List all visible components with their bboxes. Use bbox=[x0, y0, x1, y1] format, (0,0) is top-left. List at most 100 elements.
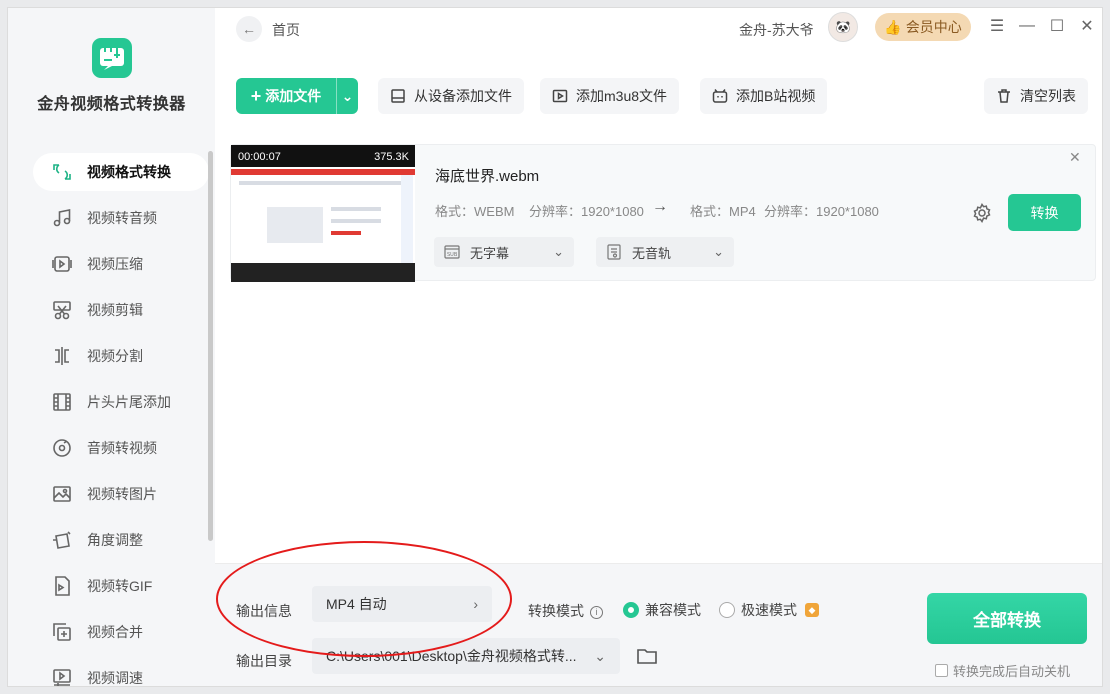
avatar[interactable]: 🐼 bbox=[828, 12, 858, 42]
add-file-main[interactable]: + 添加文件 bbox=[236, 86, 336, 107]
sidebar-item-video-to-audio[interactable]: 视频转音频 bbox=[33, 199, 209, 237]
menu-icon[interactable]: ☰ bbox=[987, 16, 1007, 36]
speed-icon bbox=[51, 667, 73, 686]
mode-compat-label: 兼容模式 bbox=[645, 602, 701, 618]
sidebar-item-label: 视频分割 bbox=[87, 348, 143, 364]
film-icon bbox=[51, 391, 73, 413]
rotate-icon bbox=[51, 529, 73, 551]
close-icon[interactable]: ✕ bbox=[1077, 16, 1097, 36]
video-thumbnail[interactable]: 00:00:07 375.3K bbox=[231, 145, 415, 282]
file-name: 海底世界.webm bbox=[435, 168, 540, 185]
add-from-device-label: 从设备添加文件 bbox=[414, 88, 512, 104]
thumbnail-block bbox=[401, 175, 413, 263]
duration-text: 00:00:07 bbox=[238, 151, 281, 163]
clear-list-label: 清空列表 bbox=[1020, 88, 1076, 104]
sidebar-item-compress[interactable]: 视频压缩 bbox=[33, 245, 209, 283]
output-info-label: 输出信息 bbox=[236, 603, 292, 619]
back-arrow-icon[interactable]: ← bbox=[236, 16, 262, 42]
output-format-select[interactable]: MP4 自动 › bbox=[312, 586, 492, 622]
plus-icon: + bbox=[250, 85, 262, 106]
add-bilibili-label: 添加B站视频 bbox=[736, 88, 816, 104]
chevron-down-icon[interactable]: ⌄ bbox=[336, 78, 358, 114]
add-m3u8-button[interactable]: 添加m3u8文件 bbox=[540, 78, 680, 114]
remove-file-icon[interactable]: ✕ bbox=[1069, 149, 1081, 166]
sidebar-item-label: 视频压缩 bbox=[87, 256, 143, 272]
sidebar-item-label: 视频格式转换 bbox=[87, 164, 171, 180]
convert-button[interactable]: 转换 bbox=[1008, 194, 1081, 231]
settings-gear-icon[interactable] bbox=[972, 203, 992, 226]
output-dir-value: C:\Users\001\Desktop\金舟视频格式转... bbox=[326, 648, 577, 664]
output-settings-bar: 输出信息 MP4 自动 › 转换模式 i 兼容模式 极速模式 ◆ 输出目录 C:\… bbox=[215, 563, 1102, 686]
thumbnail-block bbox=[239, 181, 407, 185]
thumbnail-taskbar bbox=[231, 263, 415, 282]
output-dir-label: 输出目录 bbox=[236, 653, 292, 669]
svg-text:SUB: SUB bbox=[447, 252, 458, 258]
scissors-icon bbox=[51, 299, 73, 321]
sidebar-item-label: 视频合并 bbox=[87, 624, 143, 640]
thumbnail-block bbox=[267, 207, 323, 243]
sidebar-scrollbar[interactable] bbox=[208, 151, 213, 541]
bilibili-icon bbox=[712, 88, 728, 104]
file-size-text: 375.3K bbox=[374, 151, 409, 163]
vip-center-button[interactable]: 👍 会员中心 bbox=[875, 13, 971, 41]
info-icon[interactable]: i bbox=[590, 606, 603, 619]
checkbox-icon bbox=[935, 664, 948, 677]
mode-compat-radio[interactable]: 兼容模式 bbox=[623, 600, 701, 620]
convert-mode-text: 转换模式 bbox=[528, 603, 584, 619]
sidebar-item-label: 视频转音频 bbox=[87, 210, 157, 226]
audio-track-value: 无音轨 bbox=[632, 245, 672, 261]
file-item-card[interactable]: 00:00:07 375.3K 海底世界.webm 格式：WEBM 分辨率：19… bbox=[230, 144, 1096, 282]
sidebar-item-video-to-image[interactable]: 视频转图片 bbox=[33, 475, 209, 513]
subtitle-select[interactable]: SUB 无字幕 ⌄ bbox=[434, 237, 574, 267]
add-from-device-button[interactable]: 从设备添加文件 bbox=[378, 78, 524, 114]
sidebar-item-split[interactable]: 视频分割 bbox=[33, 337, 209, 375]
thumbnail-header-bar bbox=[231, 169, 415, 175]
sidebar-item-video-to-gif[interactable]: 视频转GIF bbox=[33, 567, 209, 605]
sidebar-item-label: 角度调整 bbox=[87, 532, 143, 548]
music-note-icon bbox=[51, 207, 73, 229]
add-file-button[interactable]: + 添加文件 ⌄ bbox=[236, 78, 358, 114]
output-format-value: MP4 自动 bbox=[326, 596, 387, 612]
vip-badge-icon: ◆ bbox=[805, 603, 819, 617]
user-name[interactable]: 金舟-苏大爷 bbox=[739, 20, 814, 40]
auto-shutdown-label: 转换完成后自动关机 bbox=[953, 664, 1071, 679]
source-resolution: 分辨率：1920*1080 bbox=[529, 204, 644, 219]
sidebar-item-merge[interactable]: 视频合并 bbox=[33, 613, 209, 651]
convert-all-button[interactable]: 全部转换 bbox=[927, 593, 1087, 644]
app-logo bbox=[92, 38, 132, 78]
output-dir-select[interactable]: C:\Users\001\Desktop\金舟视频格式转... ⌄ bbox=[312, 638, 620, 674]
sidebar-item-intro-outro[interactable]: 片头片尾添加 bbox=[33, 383, 209, 421]
thumbnail-block bbox=[331, 219, 381, 223]
sidebar-item-format-convert[interactable]: 视频格式转换 bbox=[33, 153, 209, 191]
chevron-down-icon: ⌄ bbox=[713, 244, 724, 259]
gif-icon bbox=[51, 575, 73, 597]
image-icon bbox=[51, 483, 73, 505]
maximize-icon[interactable]: ☐ bbox=[1047, 16, 1067, 36]
sidebar-item-audio-to-video[interactable]: 音频转视频 bbox=[33, 429, 209, 467]
audio-track-select[interactable]: 无音轨 ⌄ bbox=[596, 237, 734, 267]
sidebar-item-speed[interactable]: 视频调速 bbox=[33, 659, 209, 686]
vip-center-label: 会员中心 bbox=[905, 19, 962, 35]
sidebar-item-rotate[interactable]: 角度调整 bbox=[33, 521, 209, 559]
subtitle-icon: SUB bbox=[444, 244, 460, 260]
sidebar-item-edit[interactable]: 视频剪辑 bbox=[33, 291, 209, 329]
add-m3u8-label: 添加m3u8文件 bbox=[576, 88, 668, 104]
folder-icon[interactable] bbox=[636, 646, 658, 669]
mode-fast-radio[interactable]: 极速模式 ◆ bbox=[719, 600, 819, 620]
auto-shutdown-checkbox[interactable]: 转换完成后自动关机 bbox=[935, 661, 1070, 680]
target-resolution: 分辨率：1920*1080 bbox=[764, 204, 879, 219]
breadcrumb[interactable]: 首页 bbox=[272, 20, 300, 40]
thumbs-up-icon: 👍 bbox=[884, 18, 902, 35]
minimize-icon[interactable]: — bbox=[1017, 16, 1037, 36]
format-convert-icon bbox=[51, 161, 73, 183]
split-icon bbox=[51, 345, 73, 367]
add-bilibili-button[interactable]: 添加B站视频 bbox=[700, 78, 828, 114]
merge-icon bbox=[51, 621, 73, 643]
app-title: 金舟视频格式转换器 bbox=[37, 96, 186, 113]
device-icon bbox=[390, 88, 406, 104]
convert-mode-label: 转换模式 i bbox=[528, 601, 603, 621]
thumbnail-block bbox=[331, 231, 361, 235]
clear-list-button[interactable]: 清空列表 bbox=[984, 78, 1088, 114]
sidebar-item-label: 音频转视频 bbox=[87, 440, 157, 456]
thumbnail-block bbox=[331, 207, 381, 211]
